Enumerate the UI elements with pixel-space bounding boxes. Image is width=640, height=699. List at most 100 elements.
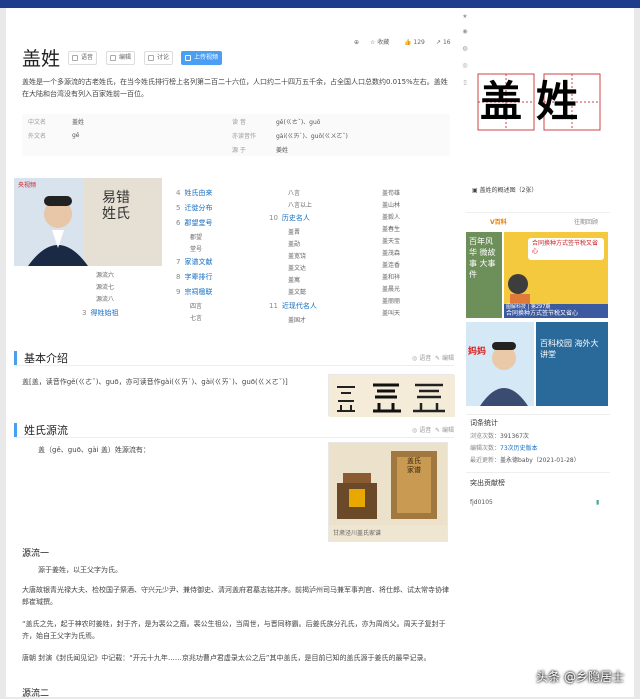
section-accent-bar xyxy=(14,351,17,365)
past-episodes-link[interactable]: 往期回顾 xyxy=(574,218,598,227)
basic-value: 盖姓 xyxy=(72,118,85,126)
section-actions: ◎ 语音 ✎ 编辑 xyxy=(412,425,454,434)
image-caption: 甘肃泾川盖氏家谱 xyxy=(333,530,382,537)
basic-key: 中文名 xyxy=(28,118,47,126)
overview-image[interactable]: 盖姓 xyxy=(472,72,608,132)
site-top-bar xyxy=(0,0,640,8)
promo-card[interactable]: 百年风华 微故事 大事件 xyxy=(466,232,502,318)
video-card-sub2: 合同换种方式签节税又省心 xyxy=(506,310,579,317)
upload-icon xyxy=(185,55,191,61)
add-icon[interactable]: ⊕ xyxy=(354,38,359,47)
toc-item[interactable]: 5 迁徙分布 xyxy=(176,203,212,213)
toc-item[interactable]: 郡望 xyxy=(190,232,202,241)
discuss-button[interactable]: 讨论 xyxy=(144,51,174,65)
toc-item[interactable]: 盖国才 xyxy=(288,315,306,324)
basic-key: 读 音 xyxy=(232,118,246,126)
badge-icon: ▮ xyxy=(596,499,600,506)
toc-item[interactable]: 盖文懿 xyxy=(288,287,306,296)
pencil-icon xyxy=(110,55,116,61)
toc-item[interactable]: 9 宗祠楹联 xyxy=(176,287,212,297)
origin-text: 盖（gě、guō、gài 盖）姓源流有： xyxy=(38,446,150,454)
intro-text: 盖[盖，读音作gě(ㄍㄜˇ)、guō，亦可读音作gài(ㄍㄞˋ)、gài(ㄍㄞˋ… xyxy=(22,378,288,386)
genealogy-image[interactable]: 盖氏家谱 甘肃泾川盖氏家谱 xyxy=(328,442,448,542)
video-caption: 易错姓氏 xyxy=(102,190,130,222)
toc-item[interactable]: 盖晋 xyxy=(288,227,300,236)
collect-button[interactable]: ☆ 收藏 xyxy=(370,38,389,47)
toc-item[interactable]: 盖和祥 xyxy=(382,272,400,281)
toc-item[interactable]: 盖毅人 xyxy=(382,212,400,221)
toc-item[interactable]: 源流六 xyxy=(96,270,114,279)
toc-item[interactable]: 6 郡望堂号 xyxy=(176,218,212,228)
toc-item[interactable]: 盖勋 xyxy=(288,239,300,248)
basic-key: 源 于 xyxy=(232,146,246,154)
cctv-logo: 央视频 xyxy=(18,182,37,189)
calligraphy-glyphs xyxy=(329,375,455,417)
paragraph: 唐朝 封演《封氏闻见记》中记载：“开元十九年……京兆功曹卢君虚录太公之后”其中盖… xyxy=(22,654,431,662)
toc-item[interactable]: 盖叫天 xyxy=(382,308,400,317)
toc-item[interactable]: 3 得姓始祖 xyxy=(82,308,118,318)
paragraph: 源于姜姓，以王父字为氏。 xyxy=(38,566,122,574)
basic-value xyxy=(66,142,226,156)
toc-item[interactable]: 盖丽丽 xyxy=(382,296,400,305)
genealogy-book-image xyxy=(329,443,447,525)
toc-item[interactable]: 源流七 xyxy=(96,282,114,291)
book-title: 盖氏家谱 xyxy=(407,457,421,474)
toc-item[interactable]: 8 字辈排行 xyxy=(176,272,212,282)
watermark: 头条 @乡隐居士 xyxy=(536,670,624,684)
share-button[interactable]: ↗ 16 xyxy=(436,38,451,47)
toc-item[interactable]: 八言 xyxy=(288,188,300,197)
page: 盖姓 语音 编辑 讨论 上传视频 ⊕ ☆ 收藏 👍 129 ↗ 16 盖姓是一个… xyxy=(6,8,634,699)
toc-item[interactable]: 盖寓 xyxy=(288,275,300,284)
toc-item[interactable]: 盖茂森 xyxy=(382,248,400,257)
toc-item[interactable]: 盖山林 xyxy=(382,200,400,209)
voice-link[interactable]: ◎ 语音 xyxy=(412,355,431,362)
toc-item[interactable]: 四言 xyxy=(190,301,202,310)
voice-button[interactable]: 语音 xyxy=(68,51,98,65)
toc-item[interactable]: 盖苟雄 xyxy=(382,188,400,197)
upload-video-button[interactable]: 上传视频 xyxy=(181,51,223,65)
toc-item[interactable]: 7 家谱文献 xyxy=(176,257,212,267)
toc-item[interactable]: 堂号 xyxy=(190,244,202,253)
toc-item[interactable]: 盖天宝 xyxy=(382,236,400,245)
summary-text: 盖姓是一个多源流的古老姓氏，在当今姓氏排行榜上名列第二百二十六位，人口约二十四万… xyxy=(22,78,448,98)
voice-link[interactable]: ◎ 语音 xyxy=(412,427,431,434)
history-link[interactable]: 73次历史版本 xyxy=(500,445,538,452)
stats-title: 词条统计 xyxy=(470,419,498,427)
contributor-link[interactable]: fjd0105 xyxy=(470,498,493,507)
toc-item[interactable]: 11 近现代名人 xyxy=(269,301,317,311)
toc-item[interactable]: 源流八 xyxy=(96,294,114,303)
right-sidebar: 盖姓 ▣ 盖姓的概述图（2张） V百科 往期回顾 百年风华 微故事 大事件 合同… xyxy=(462,8,612,697)
video-card-3[interactable]: 百科校园 海外大讲堂 xyxy=(536,322,608,406)
calligraphy-image[interactable] xyxy=(328,374,455,417)
basic-value: gě(ㄍㄜˇ)、guō xyxy=(276,118,321,126)
toc-item[interactable]: 盖春生 xyxy=(382,224,400,233)
toc-item[interactable]: 盖连香 xyxy=(382,260,400,269)
basic-info-row: 源 于 姜姓 xyxy=(22,142,450,156)
basic-key: 外文名 xyxy=(28,132,47,140)
edit-link[interactable]: ✎ 编辑 xyxy=(435,355,454,362)
section-actions: ◎ 语音 ✎ 编辑 xyxy=(412,353,454,362)
toc-item[interactable]: 八言以上 xyxy=(288,200,312,209)
video-card-2[interactable]: 妈妈 xyxy=(466,322,534,406)
stats-row: 最近更新：盖永德baby（2021-01-28） xyxy=(470,457,580,464)
video-card[interactable]: 合同换种方式签节税又省心 图解科技 | 第297期 合同换种方式签节税又省心 xyxy=(504,232,608,318)
overview-glyphs: 盖姓 xyxy=(480,77,593,126)
overview-caption[interactable]: ▣ 盖姓的概述图（2张） xyxy=(472,186,537,195)
video-thumbnail[interactable]: 央视频 易错姓氏 xyxy=(14,178,162,266)
section-title: 基本介绍 xyxy=(24,352,68,365)
edit-link[interactable]: ✎ 编辑 xyxy=(435,427,454,434)
video-card-2-left: 妈妈 xyxy=(468,347,487,357)
basic-value-link[interactable]: 姜姓 xyxy=(270,142,450,156)
edit-button[interactable]: 编辑 xyxy=(106,51,136,65)
toc-item[interactable]: 盖晨光 xyxy=(382,284,400,293)
contrib-title: 突出贡献榜 xyxy=(470,479,505,487)
like-button[interactable]: 👍 129 xyxy=(404,38,425,47)
toc-item[interactable]: 盖文达 xyxy=(288,263,306,272)
toc-item[interactable]: 盖宽饶 xyxy=(288,251,306,260)
toc-item[interactable]: 七言 xyxy=(190,313,202,322)
divider xyxy=(466,212,610,213)
toc-item[interactable]: 4 姓氏由来 xyxy=(176,188,212,198)
toc-item[interactable]: 10 历史名人 xyxy=(269,213,310,223)
basic-info-row: 外文名 gě 亦读音作 gài(ㄍㄞˋ)、guō(ㄍㄨㄛˇ) xyxy=(22,128,450,142)
section-header-intro: 基本介绍 ◎ 语音 ✎ 编辑 xyxy=(14,350,454,366)
